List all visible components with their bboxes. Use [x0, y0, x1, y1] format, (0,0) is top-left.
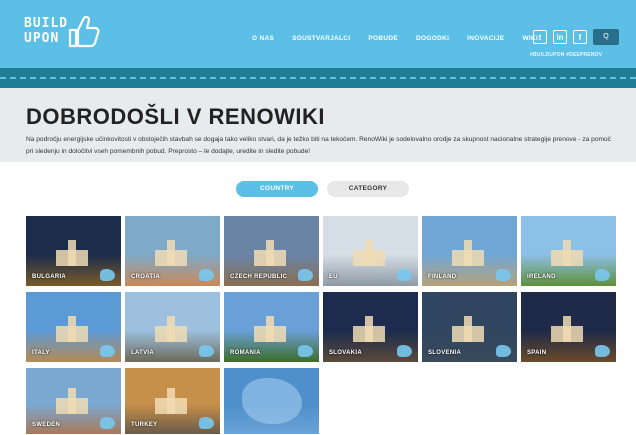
country-map-icon — [496, 269, 511, 281]
country-map-icon — [397, 345, 412, 357]
country-tile[interactable]: SPAIN — [521, 292, 616, 362]
logo-line-2: UPON — [24, 31, 60, 46]
country-map-icon — [298, 269, 313, 281]
country-tile[interactable]: ROMANIA — [224, 292, 319, 362]
logo-line-1: BUILD — [24, 16, 69, 31]
nav-item-dogodki[interactable]: DOGODKI — [416, 35, 449, 42]
country-tile[interactable]: LATVIA — [125, 292, 220, 362]
country-map-icon — [595, 269, 610, 281]
country-map-icon — [496, 345, 511, 357]
country-tile[interactable]: CROATIA — [125, 216, 220, 286]
country-tile[interactable]: SLOVENIA — [422, 292, 517, 362]
country-label: SPAIN — [527, 350, 547, 356]
country-label: CZECH REPUBLIC — [230, 274, 288, 280]
country-tile[interactable]: SWEDEN — [26, 368, 121, 434]
country-label: ITALY — [32, 350, 50, 356]
country-tile[interactable]: FINLAND — [422, 216, 517, 286]
country-map-icon — [100, 269, 115, 281]
country-map-icon — [199, 345, 214, 357]
thumbs-up-icon — [68, 15, 100, 48]
twitter-icon[interactable]: t — [533, 30, 547, 44]
tile-building — [365, 316, 373, 342]
tile-building — [167, 316, 175, 342]
nav-item-pobude[interactable]: POBUDE — [368, 35, 398, 42]
tile-building — [464, 316, 472, 342]
country-map-icon — [199, 417, 214, 429]
country-label: SLOVENIA — [428, 350, 462, 356]
country-label: BULGARIA — [32, 274, 67, 280]
country-tile[interactable]: BULGARIA — [26, 216, 121, 286]
country-toggle-button[interactable]: COUNTRY — [236, 181, 318, 197]
band-dashed-line — [0, 77, 636, 79]
country-map-icon — [100, 417, 115, 429]
country-tile[interactable]: EU — [323, 216, 418, 286]
tile-building — [563, 316, 571, 342]
linkedin-icon[interactable]: in — [553, 30, 567, 44]
nav-item-o-nas[interactable]: O NAS — [252, 35, 274, 42]
main-nav: O NAS SOUSTVARJALCI POBUDE DOGODKI INOVA… — [252, 35, 556, 42]
hashtags: #BUILDUPON #DEEPRENOV — [530, 52, 603, 58]
country-label: SLOVAKIA — [329, 350, 362, 356]
country-label: IRELAND — [527, 274, 556, 280]
tile-building — [266, 316, 274, 342]
category-toggle-button[interactable]: CATEGORY — [327, 181, 409, 197]
country-map-icon — [595, 345, 610, 357]
country-map-icon — [298, 345, 313, 357]
tile-building — [167, 388, 175, 414]
tile-building — [365, 240, 373, 266]
country-label: FINLAND — [428, 274, 457, 280]
tile-building — [68, 240, 76, 266]
nav-item-soustvarjalci[interactable]: SOUSTVARJALCI — [292, 35, 350, 42]
country-label: CROATIA — [131, 274, 160, 280]
tile-building — [68, 316, 76, 342]
search-icon[interactable]: Q — [593, 29, 619, 45]
country-tile[interactable]: CZECH REPUBLIC — [224, 216, 319, 286]
country-label: ROMANIA — [230, 350, 261, 356]
nav-item-inovacije[interactable]: INOVACIJE — [467, 35, 504, 42]
tile-building — [68, 388, 76, 414]
country-label: EU — [329, 274, 338, 280]
tile-building — [167, 240, 175, 266]
country-label: TURKEY — [131, 422, 158, 428]
page-title: DOBRODOŠLI V RENOWIKI — [26, 104, 325, 129]
country-tile[interactable] — [224, 368, 319, 434]
facebook-icon[interactable]: f — [573, 30, 587, 44]
buildupon-logo[interactable]: BUILD UPON — [24, 14, 104, 54]
tile-building — [563, 240, 571, 266]
social-links: t in f Q — [533, 29, 619, 45]
tile-building — [464, 240, 472, 266]
country-tile[interactable]: SLOVAKIA — [323, 292, 418, 362]
country-map-icon — [100, 345, 115, 357]
country-tile[interactable]: ITALY — [26, 292, 121, 362]
country-tile[interactable]: IRELAND — [521, 216, 616, 286]
country-label: SWEDEN — [32, 422, 61, 428]
logo-text: BUILD UPON — [24, 16, 68, 46]
country-label: LATVIA — [131, 350, 155, 356]
country-tile[interactable]: TURKEY — [125, 368, 220, 434]
country-map-icon — [397, 269, 412, 281]
tile-building — [266, 240, 274, 266]
country-map-icon — [199, 269, 214, 281]
intro-text: Na področju energijske učinkovitosti v o… — [26, 136, 611, 155]
